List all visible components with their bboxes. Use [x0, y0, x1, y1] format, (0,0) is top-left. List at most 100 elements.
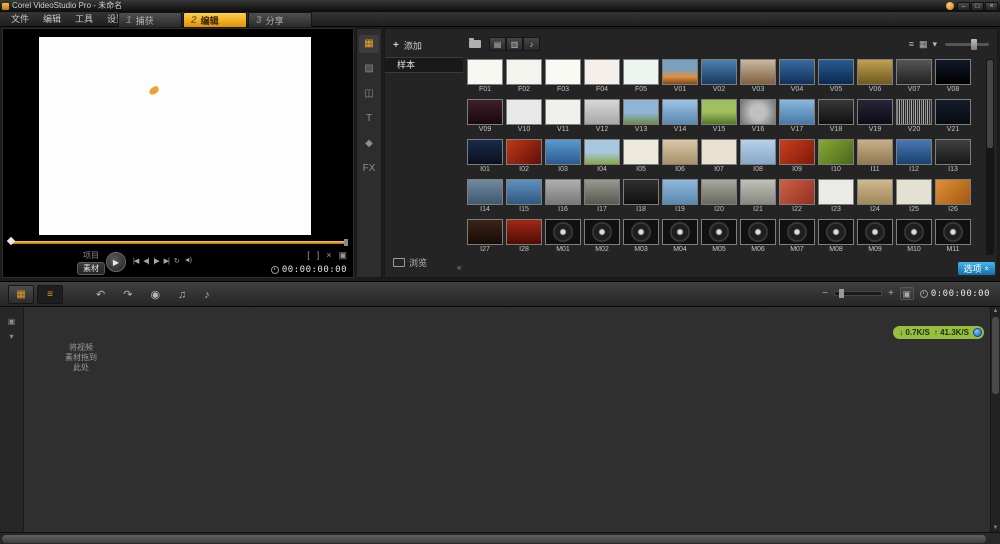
library-item[interactable]: V08: [935, 59, 971, 99]
fit-project-button[interactable]: ▣: [900, 287, 914, 300]
volume-button[interactable]: ◄): [184, 257, 191, 265]
auto-music-button[interactable]: ♪: [204, 289, 210, 301]
library-item[interactable]: I02: [506, 139, 542, 179]
library-item[interactable]: M10: [896, 219, 932, 259]
library-item[interactable]: M05: [701, 219, 737, 259]
library-item[interactable]: I22: [779, 179, 815, 219]
library-item[interactable]: V13: [623, 99, 659, 139]
library-item[interactable]: M08: [818, 219, 854, 259]
close-button[interactable]: ×: [985, 2, 998, 11]
library-item[interactable]: V11: [545, 99, 581, 139]
minimize-button[interactable]: –: [957, 2, 970, 11]
undo-button[interactable]: ↶: [96, 288, 105, 301]
library-item[interactable]: I25: [896, 179, 932, 219]
library-item[interactable]: V09: [467, 99, 503, 139]
step-tab-2[interactable]: 2编辑: [183, 12, 247, 27]
library-item[interactable]: I07: [701, 139, 737, 179]
library-item[interactable]: I17: [584, 179, 620, 219]
library-item[interactable]: I14: [467, 179, 503, 219]
library-item[interactable]: I24: [857, 179, 893, 219]
library-item[interactable]: V17: [779, 99, 815, 139]
timeline-zoom-slider[interactable]: [834, 291, 882, 296]
sort-icon[interactable]: ▾: [932, 39, 937, 50]
timeline-zoom-slider-handle[interactable]: [839, 289, 844, 298]
sample-folder-item[interactable]: 样本: [385, 57, 463, 73]
trim-bar[interactable]: [8, 238, 348, 247]
play-button[interactable]: ▶: [106, 252, 126, 272]
show-audio-icon[interactable]: ♪: [523, 37, 540, 51]
network-speed-overlay[interactable]: ↓ 0.7K/S ↑ 41.3K/S: [893, 326, 984, 339]
graphic-icon[interactable]: ◆: [359, 135, 379, 153]
library-item[interactable]: V19: [857, 99, 893, 139]
trim-end-handle[interactable]: [344, 239, 348, 246]
title-icon[interactable]: T: [359, 110, 379, 128]
mark-in-button[interactable]: [: [307, 250, 310, 261]
step-tab-3[interactable]: 3分享: [248, 12, 312, 27]
library-item[interactable]: I03: [545, 139, 581, 179]
library-item[interactable]: V14: [662, 99, 698, 139]
library-item[interactable]: I15: [506, 179, 542, 219]
library-item[interactable]: I26: [935, 179, 971, 219]
gallery-scrollbar-thumb[interactable]: [987, 60, 993, 148]
timeline-vscroll-thumb[interactable]: [992, 317, 999, 394]
library-item[interactable]: I28: [506, 219, 542, 259]
library-item[interactable]: I11: [857, 139, 893, 179]
add-folder-button[interactable]: + 添加: [393, 39, 422, 52]
options-button[interactable]: 选项 «: [958, 262, 995, 275]
library-item[interactable]: I04: [584, 139, 620, 179]
timeline-vertical-scrollbar[interactable]: ▲ ▼: [990, 307, 1000, 532]
library-item[interactable]: V10: [506, 99, 542, 139]
library-item[interactable]: V15: [701, 99, 737, 139]
menu-item[interactable]: 工具: [68, 12, 100, 27]
library-item[interactable]: V06: [857, 59, 893, 99]
end-button[interactable]: ▶|: [164, 257, 169, 265]
sound-mixer-button[interactable]: ♫: [178, 289, 186, 301]
timeline-view-button[interactable]: ≡: [37, 285, 63, 304]
library-item[interactable]: I13: [935, 139, 971, 179]
library-item[interactable]: I01: [467, 139, 503, 179]
library-item[interactable]: I20: [701, 179, 737, 219]
transition-icon[interactable]: ◫: [359, 85, 379, 103]
library-item[interactable]: V03: [740, 59, 776, 99]
next-frame-button[interactable]: |▶: [153, 257, 158, 265]
scroll-down-icon[interactable]: ▼: [991, 525, 1000, 531]
zoom-in-button[interactable]: +: [888, 288, 894, 299]
library-item[interactable]: M03: [623, 219, 659, 259]
redo-button[interactable]: ↷: [123, 288, 132, 301]
instant-project-icon[interactable]: ▨: [359, 60, 379, 78]
track-options-icon[interactable]: ▾: [9, 332, 13, 341]
thumbnail-size-slider-handle[interactable]: [971, 39, 977, 50]
library-item[interactable]: V16: [740, 99, 776, 139]
library-item[interactable]: I09: [779, 139, 815, 179]
overlay-tray-icon[interactable]: [946, 2, 954, 10]
library-item[interactable]: V05: [818, 59, 854, 99]
mark-out-button[interactable]: ]: [317, 250, 320, 261]
library-item[interactable]: M07: [779, 219, 815, 259]
show-video-icon[interactable]: ▤: [489, 37, 506, 51]
library-item[interactable]: I05: [623, 139, 659, 179]
library-item[interactable]: I18: [623, 179, 659, 219]
library-item[interactable]: V20: [896, 99, 932, 139]
library-item[interactable]: M01: [545, 219, 581, 259]
menu-item[interactable]: 文件: [4, 12, 36, 27]
gallery-scrollbar[interactable]: [986, 59, 994, 255]
library-item[interactable]: F02: [506, 59, 542, 99]
library-item[interactable]: I27: [467, 219, 503, 259]
storyboard-view-button[interactable]: ▦: [8, 285, 34, 304]
clip-toggle-button[interactable]: 素材: [77, 262, 105, 275]
library-item[interactable]: M11: [935, 219, 971, 259]
library-item[interactable]: I10: [818, 139, 854, 179]
library-item[interactable]: M06: [740, 219, 776, 259]
project-toggle-button[interactable]: 项目: [77, 250, 105, 261]
list-view-icon[interactable]: ≡: [909, 39, 914, 50]
media-library-icon[interactable]: ▦: [359, 35, 379, 53]
timeline-hscroll-thumb[interactable]: [2, 535, 986, 543]
video-track-icon[interactable]: ▣: [8, 317, 16, 326]
timeline-area[interactable]: ▣ ▾ 将视频 素材拖到 此处 ↓ 0.7K/S ↑ 41.3K/S ▲ ▼: [0, 307, 1000, 532]
library-item[interactable]: M04: [662, 219, 698, 259]
library-item[interactable]: I06: [662, 139, 698, 179]
repeat-button[interactable]: ↻: [174, 257, 179, 265]
library-item[interactable]: F01: [467, 59, 503, 99]
library-item[interactable]: I21: [740, 179, 776, 219]
step-tab-1[interactable]: 1捕获: [118, 12, 182, 27]
